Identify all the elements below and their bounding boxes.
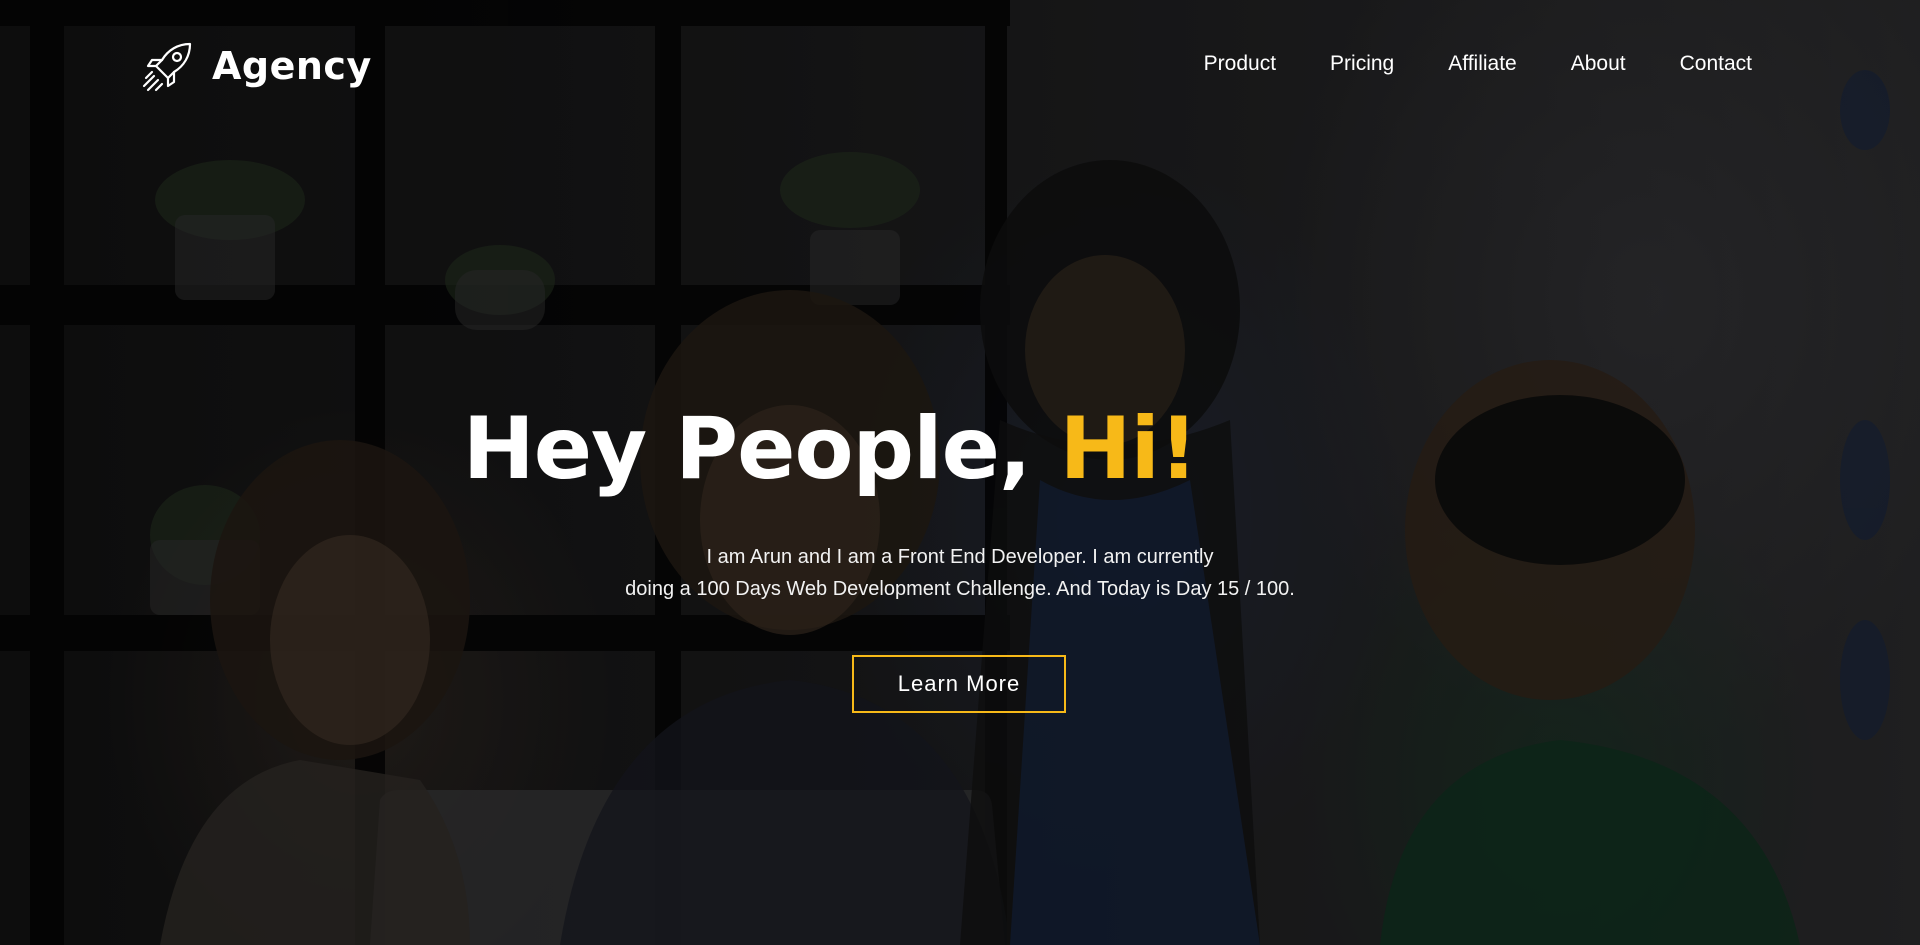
headline-accent: Hi! <box>1059 399 1199 499</box>
hero-section: Agency Product Pricing Affiliate About C… <box>0 0 1920 945</box>
subtitle-line-2: doing a 100 Days Web Development Challen… <box>625 578 1295 600</box>
subtitle-line-1: I am Arun and I am a Front End Developer… <box>706 546 1214 568</box>
hero-headline: Hey People, Hi! <box>0 402 1660 497</box>
hero-subtitle: I am Arun and I am a Front End Developer… <box>0 541 1920 605</box>
hero-content: Hey People, Hi! I am Arun and I am a Fro… <box>0 0 1920 945</box>
learn-more-button[interactable]: Learn More <box>852 655 1066 713</box>
headline-main: Hey People, <box>462 399 1060 499</box>
